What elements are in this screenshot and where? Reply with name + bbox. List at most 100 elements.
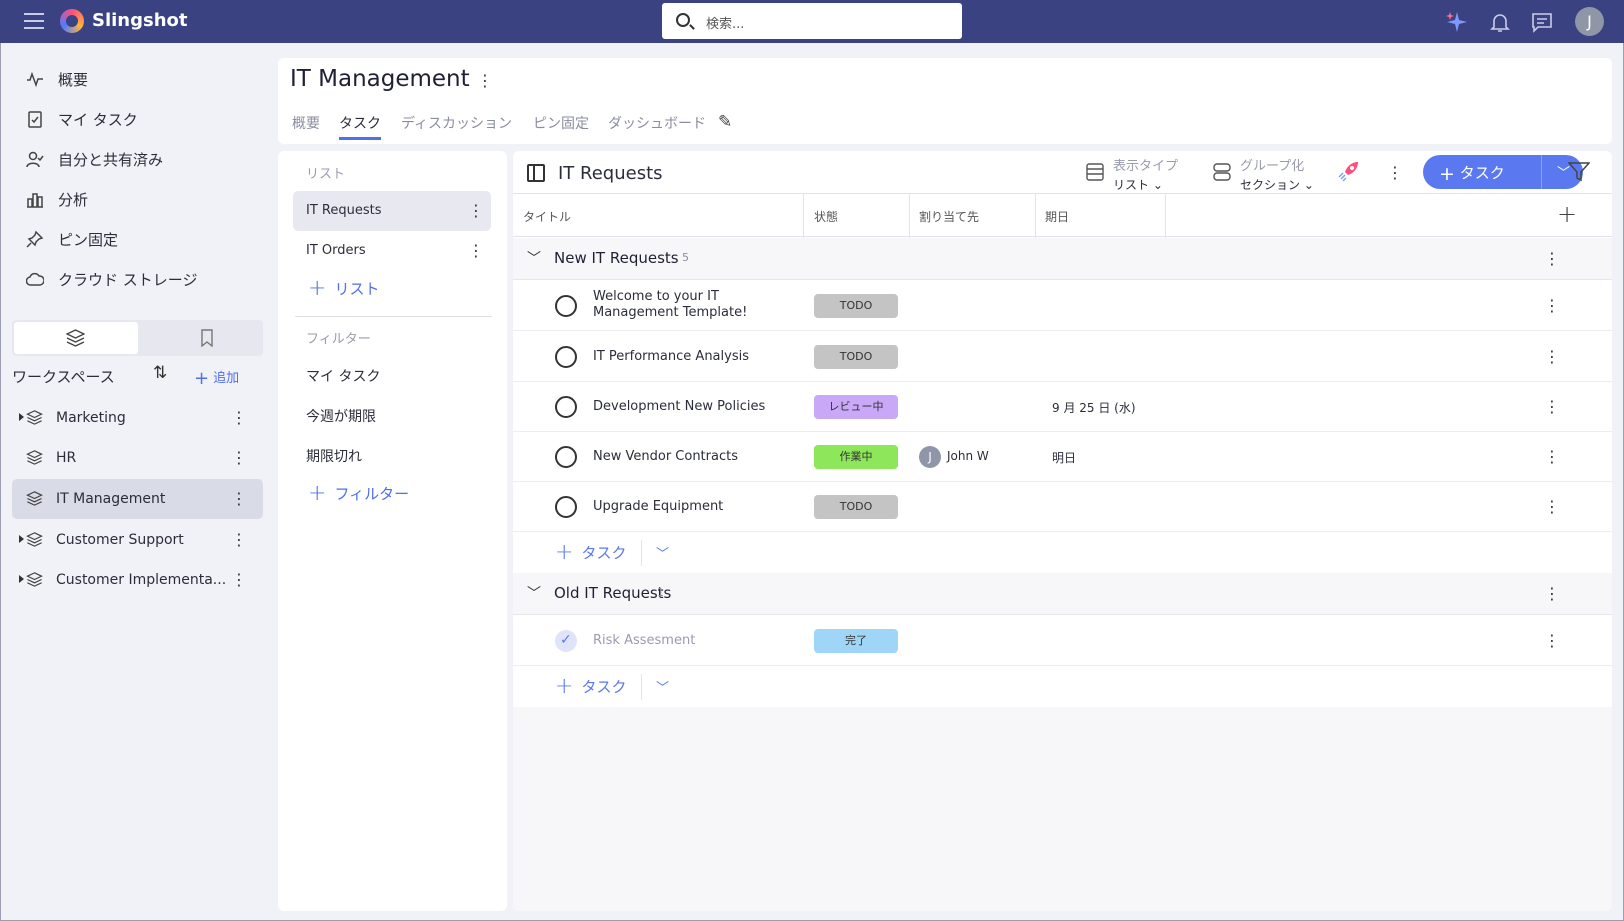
expand-arrow-icon[interactable]	[19, 413, 24, 421]
menu-icon[interactable]	[24, 13, 44, 29]
table-row[interactable]: IT Performance Analysis TODO	[513, 332, 1612, 382]
add-column-icon[interactable]: +	[1557, 200, 1577, 228]
view-type-icon[interactable]	[1086, 163, 1104, 181]
assignee-name[interactable]: John W	[947, 449, 989, 463]
nav-overview[interactable]: 概要	[26, 63, 88, 95]
section-header[interactable]: ﹀ New IT Requests 5	[513, 238, 1612, 280]
workspaces-tab[interactable]	[14, 322, 138, 354]
chevron-down-icon[interactable]: ﹀	[656, 543, 669, 562]
section-more-icon[interactable]	[1544, 249, 1560, 268]
tab-overview[interactable]: 概要	[292, 113, 320, 133]
row-more-icon[interactable]	[1544, 397, 1560, 416]
chevron-down-icon[interactable]: ﹀	[527, 583, 541, 603]
project-more-icon[interactable]	[477, 71, 493, 90]
task-title[interactable]: Risk Assesment	[593, 633, 798, 649]
row-more-icon[interactable]	[1544, 347, 1560, 366]
chat-icon[interactable]	[1530, 10, 1554, 34]
column-status[interactable]: 状態	[814, 208, 838, 225]
workspace-item-hr[interactable]: HR	[12, 438, 263, 478]
task-title[interactable]: Upgrade Equipment	[593, 499, 798, 515]
row-more-icon[interactable]	[1544, 497, 1560, 516]
filter-my-tasks[interactable]: マイ タスク	[306, 366, 380, 386]
table-row[interactable]: Risk Assesment 完了	[513, 616, 1612, 666]
collapse-panel-icon[interactable]	[527, 164, 545, 182]
workspace-item-marketing[interactable]: Marketing	[12, 398, 263, 438]
add-task-button[interactable]: + タスク ﹀	[1423, 155, 1583, 189]
workspace-item-it-management[interactable]: IT Management	[12, 479, 263, 519]
list-item-it-requests[interactable]: IT Requests	[293, 191, 491, 231]
status-badge[interactable]: 完了	[814, 629, 898, 653]
tab-tasks[interactable]: タスク	[339, 113, 381, 133]
add-filter-button[interactable]: + フィルター	[308, 482, 409, 504]
group-by-icon[interactable]	[1213, 163, 1231, 181]
tab-dashboard[interactable]: ダッシュボード	[608, 113, 706, 133]
add-task-inline-button[interactable]: + タスク	[555, 541, 626, 563]
list-item-it-orders[interactable]: IT Orders	[293, 231, 491, 271]
edit-tabs-icon[interactable]: ✎	[718, 112, 732, 132]
table-row[interactable]: Welcome to your IT Management Template! …	[513, 281, 1612, 331]
status-badge[interactable]: TODO	[814, 294, 898, 318]
chevron-down-icon[interactable]: ﹀	[656, 677, 669, 696]
add-task-inline-button[interactable]: + タスク	[555, 675, 626, 697]
column-assignee[interactable]: 割り当て先	[919, 208, 979, 225]
task-checkbox[interactable]	[555, 496, 577, 518]
more-icon[interactable]	[231, 489, 247, 508]
tab-discussion[interactable]: ディスカッション	[401, 113, 512, 133]
task-checkbox[interactable]	[555, 295, 577, 317]
status-badge[interactable]: TODO	[814, 345, 898, 369]
row-more-icon[interactable]	[1544, 447, 1560, 466]
sparkle-icon[interactable]	[1445, 10, 1469, 34]
list-more-icon[interactable]	[1387, 163, 1403, 182]
task-checkbox[interactable]	[555, 346, 577, 368]
task-checkbox[interactable]	[555, 446, 577, 468]
add-workspace-button[interactable]: + 追加	[194, 367, 239, 389]
task-checkbox-checked[interactable]	[555, 630, 577, 652]
group-by-dropdown[interactable]: グループ化 セクション ⌄	[1240, 155, 1314, 193]
bookmark-icon[interactable]	[200, 329, 214, 347]
chevron-down-icon[interactable]: ﹀	[527, 248, 541, 268]
table-row[interactable]: Development New Policies レビュー中 9 月 25 日 …	[513, 382, 1612, 432]
nav-pinned[interactable]: ピン固定	[26, 223, 118, 255]
section-header[interactable]: ﹀ Old IT Requests 1	[513, 573, 1612, 615]
nav-shared[interactable]: 自分と共有済み	[26, 143, 163, 175]
task-title[interactable]: Welcome to your IT Management Template!	[593, 289, 798, 321]
more-icon[interactable]	[231, 570, 247, 589]
nav-cloud-storage[interactable]: クラウド ストレージ	[26, 263, 197, 295]
tab-pinned[interactable]: ピン固定	[533, 113, 589, 133]
column-due-date[interactable]: 期日	[1045, 208, 1069, 225]
more-icon[interactable]	[468, 201, 484, 220]
filter-overdue[interactable]: 期限切れ	[306, 446, 362, 466]
filter-due-this-week[interactable]: 今週が期限	[306, 406, 376, 426]
more-icon[interactable]	[231, 530, 247, 549]
expand-arrow-icon[interactable]	[19, 535, 24, 543]
column-title[interactable]: タイトル	[523, 208, 571, 225]
more-icon[interactable]	[231, 448, 247, 467]
nav-my-tasks[interactable]: マイ タスク	[26, 103, 138, 135]
filter-icon[interactable]	[1568, 162, 1590, 182]
sort-icon[interactable]: ⇅	[153, 363, 167, 383]
status-badge[interactable]: 作業中	[814, 445, 898, 469]
add-list-button[interactable]: + リスト	[308, 277, 379, 299]
workspace-item-customer-support[interactable]: Customer Support	[12, 520, 263, 560]
due-date[interactable]: 9 月 25 日 (水)	[1052, 399, 1136, 416]
more-icon[interactable]	[231, 408, 247, 427]
nav-analytics[interactable]: 分析	[26, 183, 88, 215]
search-input[interactable]: 検索...	[662, 3, 962, 39]
due-date[interactable]: 明日	[1052, 449, 1076, 466]
table-row[interactable]: New Vendor Contracts 作業中 J John W 明日	[513, 432, 1612, 482]
user-avatar[interactable]: J	[1575, 7, 1604, 36]
workspace-item-customer-implementation[interactable]: Customer Implementa...	[12, 560, 263, 600]
status-badge[interactable]: レビュー中	[814, 395, 898, 419]
rocket-icon[interactable]	[1338, 160, 1360, 182]
section-more-icon[interactable]	[1544, 584, 1560, 603]
row-more-icon[interactable]	[1544, 631, 1560, 650]
table-row[interactable]: Upgrade Equipment TODO	[513, 482, 1612, 532]
task-checkbox[interactable]	[555, 396, 577, 418]
row-more-icon[interactable]	[1544, 296, 1560, 315]
status-badge[interactable]: TODO	[814, 495, 898, 519]
task-title[interactable]: Development New Policies	[593, 399, 798, 415]
more-icon[interactable]	[468, 241, 484, 260]
task-title[interactable]: New Vendor Contracts	[593, 449, 798, 465]
bell-icon[interactable]	[1488, 10, 1512, 34]
task-title[interactable]: IT Performance Analysis	[593, 349, 798, 365]
